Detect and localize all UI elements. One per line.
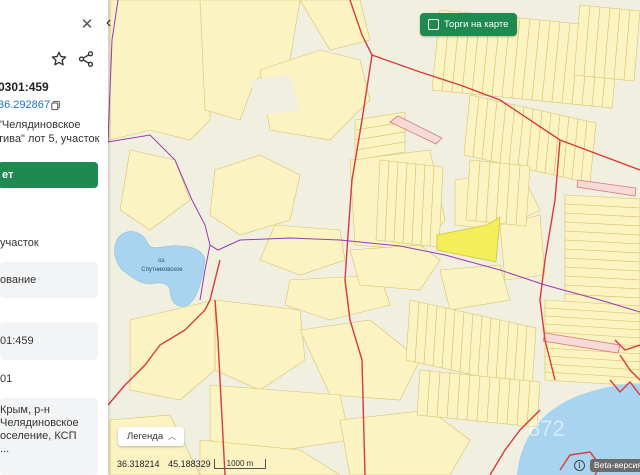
info-icon[interactable]: i bbox=[574, 460, 585, 471]
legend-button[interactable]: Легенда ︿ bbox=[118, 427, 184, 446]
address-line: ... bbox=[0, 443, 10, 455]
coordinate-readout: 36.318214 45.188329 bbox=[117, 459, 217, 473]
address-line: Челядиновское bbox=[0, 417, 79, 429]
scale-bar: 1000 m bbox=[214, 459, 266, 469]
address-block: "Челядиновское тива" лот 5, участок bbox=[0, 118, 108, 146]
address-full: Крым, р-н Челядиновское оселение, КСП ..… bbox=[0, 404, 79, 456]
checkbox-icon[interactable] bbox=[428, 19, 439, 30]
address-line: оселение, КСП bbox=[0, 430, 77, 442]
chevron-up-icon: ︿ bbox=[168, 432, 176, 441]
coord-lat: 45.188329 bbox=[168, 459, 211, 469]
address-line: "Челядиновское bbox=[0, 119, 81, 131]
legend-label: Легенда bbox=[127, 431, 164, 442]
action-button[interactable]: ет bbox=[0, 162, 98, 188]
auction-toggle[interactable]: Торги на карте bbox=[420, 13, 517, 36]
lake-label-line1: оз. bbox=[158, 258, 166, 264]
coord-lon: 36.318214 bbox=[117, 459, 160, 469]
auction-label: Торги на карте bbox=[444, 19, 509, 30]
star-icon[interactable] bbox=[50, 50, 68, 68]
address-line: Крым, р-н bbox=[0, 404, 50, 416]
lake-label-line2: Спутниковское bbox=[141, 267, 183, 273]
cadastral-number: 0301:459 bbox=[0, 80, 49, 94]
beta-badge[interactable]: Beta-версия bbox=[590, 459, 640, 472]
info-card: 01:459 bbox=[0, 322, 98, 360]
field-value: 01 bbox=[0, 373, 13, 385]
field-value: участок bbox=[0, 237, 39, 249]
field-value: ование bbox=[0, 274, 37, 286]
coordinates-link[interactable]: 36.292867 bbox=[0, 99, 50, 111]
share-icon[interactable] bbox=[77, 50, 95, 68]
info-card: ование bbox=[0, 262, 98, 298]
chevron-left-icon[interactable]: ‹ bbox=[106, 14, 120, 32]
field-value: 01:459 bbox=[0, 335, 34, 347]
watermark-text: 872 bbox=[528, 416, 565, 441]
close-icon[interactable]: ✕ bbox=[80, 17, 94, 32]
parcel-info-panel: ✕ 0301:459 36.292867 "Челядиновское тива… bbox=[0, 0, 108, 475]
info-card: Крым, р-н Челядиновское оселение, КСП ..… bbox=[0, 398, 98, 475]
copy-icon[interactable] bbox=[51, 100, 61, 111]
address-line: тива" лот 5, участок bbox=[0, 133, 100, 145]
parcel-polygon bbox=[109, 0, 211, 141]
